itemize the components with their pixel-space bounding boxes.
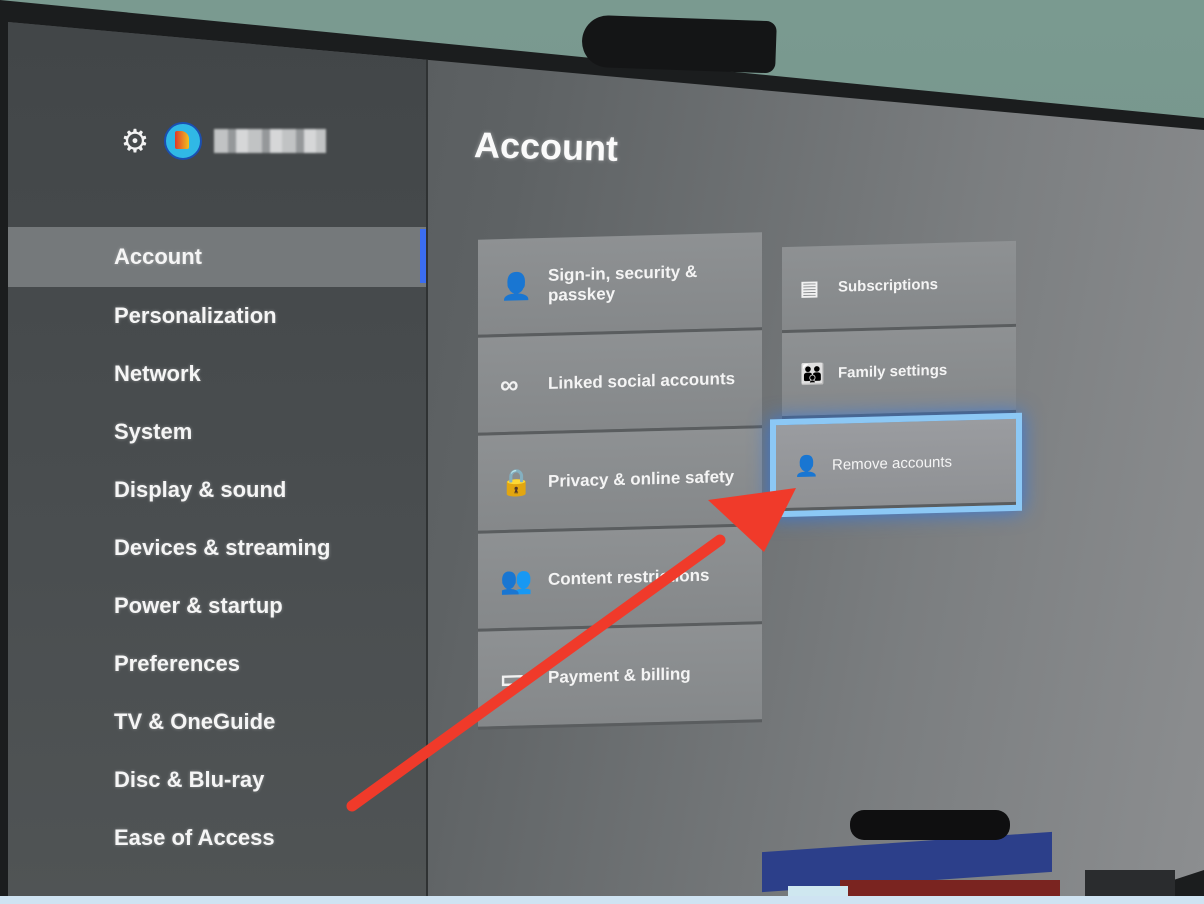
sidebar-item-system[interactable]: System (8, 403, 426, 461)
settings-sidebar: ⚙ Account Personalization Network System… (8, 22, 428, 904)
desk-clutter (700, 790, 1204, 904)
profile-header: ⚙ (118, 122, 326, 160)
tile-family-settings[interactable]: 👪 Family settings (782, 326, 1016, 420)
tile-label: Linked social accounts (548, 368, 736, 393)
tile-label: Privacy & online safety (548, 466, 735, 491)
sidebar-item-devices-streaming[interactable]: Devices & streaming (8, 519, 426, 577)
family-lock-icon: 👥 (500, 564, 533, 596)
sidebar-item-network[interactable]: Network (8, 345, 426, 403)
tile-label: Subscriptions (838, 275, 939, 296)
camera-sensor (581, 14, 777, 74)
sidebar-item-ease-of-access[interactable]: Ease of Access (8, 809, 426, 867)
frame-border (0, 896, 1204, 904)
tile-linked-social-accounts[interactable]: ∞ Linked social accounts (478, 330, 762, 436)
tile-subscriptions[interactable]: ▤ Subscriptions (782, 240, 1016, 334)
person-icon: 👤 (794, 455, 819, 478)
sidebar-item-tv-oneguide[interactable]: TV & OneGuide (8, 693, 426, 751)
tile-label: Family settings (838, 361, 948, 382)
tile-sign-in-security[interactable]: 👤 Sign-in, security & passkey (478, 232, 762, 338)
tile-label: Content restrictions (548, 565, 710, 589)
tile-payment-billing[interactable]: ▭ Payment & billing (478, 624, 762, 730)
tv-screen: ⚙ Account Personalization Network System… (8, 22, 1204, 904)
sidebar-item-disc-bluray[interactable]: Disc & Blu-ray (8, 751, 426, 809)
family-icon: 👪 (800, 362, 825, 386)
avatar[interactable] (164, 122, 202, 160)
gamertag-blurred (214, 129, 326, 153)
sidebar-item-preferences[interactable]: Preferences (8, 635, 426, 693)
tile-content-restrictions[interactable]: 👥 Content restrictions (478, 526, 762, 632)
account-tiles-right: ▤ Subscriptions 👪 Family settings 👤 Remo… (770, 240, 1022, 518)
sidebar-item-personalization[interactable]: Personalization (8, 287, 426, 345)
page-title: Account (473, 124, 619, 169)
sidebar-nav: Account Personalization Network System D… (8, 227, 426, 867)
tile-label: Payment & billing (548, 663, 691, 687)
tile-label: Sign-in, security & passkey (548, 261, 698, 305)
sidebar-item-display-sound[interactable]: Display & sound (8, 461, 426, 519)
gear-icon[interactable]: ⚙ (118, 124, 152, 158)
account-tiles-left: 👤 Sign-in, security & passkey ∞ Linked s… (478, 232, 762, 730)
sidebar-item-power-startup[interactable]: Power & startup (8, 577, 426, 635)
lock-icon: 🔒 (500, 466, 533, 498)
document-icon: ▤ (800, 277, 819, 300)
sidebar-item-account[interactable]: Account (8, 227, 426, 287)
user-arrow-icon: 👤 (500, 270, 533, 302)
tile-remove-accounts[interactable]: 👤 Remove accounts (770, 412, 1022, 518)
link-icon: ∞ (500, 368, 519, 400)
wallet-icon: ▭ (500, 662, 525, 694)
tile-label: Remove accounts (832, 453, 953, 474)
tile-privacy-online-safety[interactable]: 🔒 Privacy & online safety (478, 428, 762, 534)
